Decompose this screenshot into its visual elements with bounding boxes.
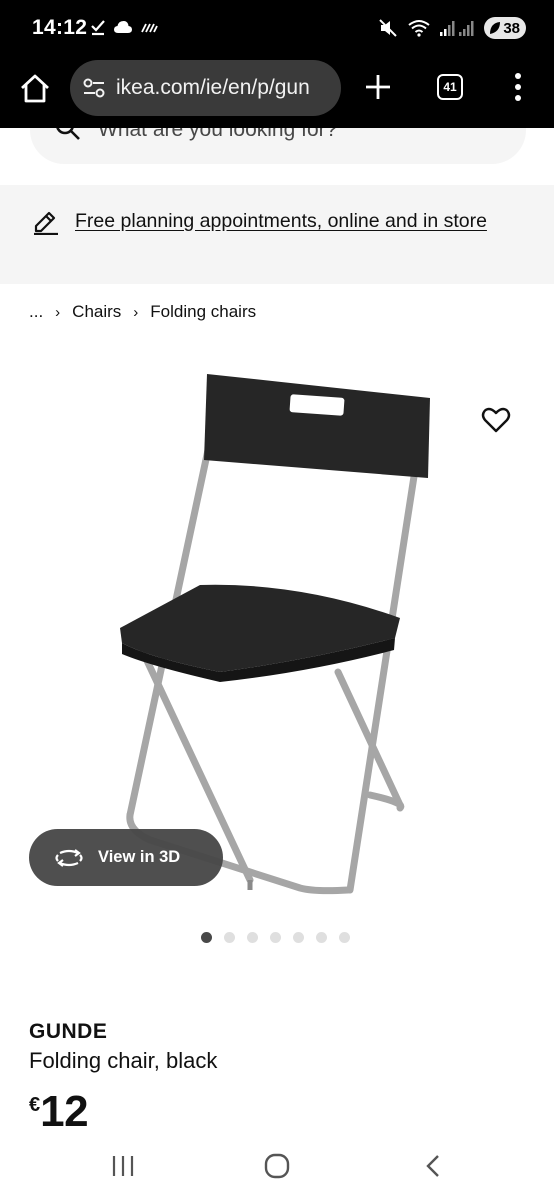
more-options-icon[interactable] — [510, 72, 526, 102]
home-icon[interactable] — [18, 72, 52, 106]
page: 14:12 38 What are you looking for? ikea.… — [0, 0, 554, 1200]
carousel-dot[interactable] — [224, 932, 235, 943]
back-nav-icon[interactable] — [424, 1154, 442, 1178]
product-price: € 12 — [29, 1086, 89, 1138]
status-bar: 14:12 38 — [0, 0, 554, 58]
rotate-3d-icon — [55, 848, 83, 867]
price-currency: € — [29, 1094, 41, 1116]
address-bar[interactable]: ikea.com/ie/en/p/gun — [70, 60, 341, 116]
breadcrumb-item-folding-chairs[interactable]: Folding chairs — [150, 302, 256, 322]
browser-toolbar: ikea.com/ie/en/p/gun 41 — [0, 58, 554, 128]
carousel-dot[interactable] — [201, 932, 212, 943]
cloud-icon — [114, 21, 132, 33]
status-right-icons: 38 — [378, 17, 526, 39]
price-value: 12 — [40, 1087, 89, 1136]
wifi-icon — [408, 20, 430, 37]
new-tab-icon[interactable] — [363, 72, 393, 102]
cell-signal-icon — [440, 21, 474, 36]
planning-appointments-link[interactable]: Free planning appointments, online and i… — [75, 205, 505, 237]
site-settings-icon[interactable] — [82, 77, 106, 99]
favourite-heart-icon[interactable] — [481, 405, 511, 435]
signal-bars-icon — [141, 23, 158, 33]
tab-count: 41 — [443, 80, 457, 94]
carousel-dot[interactable] — [293, 932, 304, 943]
battery-level: 38 — [503, 19, 520, 37]
chevron-right-icon: › — [55, 303, 61, 321]
home-nav-icon[interactable] — [264, 1153, 290, 1179]
download-done-icon — [91, 20, 105, 36]
carousel-dot[interactable] — [316, 932, 327, 943]
tab-switcher-button[interactable]: 41 — [437, 74, 463, 100]
carousel-dot[interactable] — [270, 932, 281, 943]
carousel-dot[interactable] — [247, 932, 258, 943]
recent-apps-icon[interactable] — [111, 1154, 135, 1178]
breadcrumb-ellipsis[interactable]: ... — [29, 302, 43, 322]
battery-indicator: 38 — [484, 17, 526, 39]
image-carousel-dots — [201, 932, 350, 943]
breadcrumb-item-chairs[interactable]: Chairs — [72, 302, 121, 322]
carousel-dot[interactable] — [339, 932, 350, 943]
promo-banner: Free planning appointments, online and i… — [0, 185, 554, 284]
mute-icon — [379, 19, 397, 37]
view-in-3d-button[interactable]: View in 3D — [29, 829, 223, 886]
chevron-right-icon: › — [133, 303, 139, 321]
status-left-icons — [90, 18, 158, 36]
url-text: ikea.com/ie/en/p/gun — [116, 76, 310, 99]
breadcrumb: ... › Chairs › Folding chairs — [29, 302, 256, 322]
battery-saver-icon — [490, 22, 500, 34]
view-in-3d-label: View in 3D — [98, 848, 181, 866]
product-description: Folding chair, black — [29, 1048, 218, 1073]
status-time: 14:12 — [32, 16, 88, 39]
product-name: GUNDE — [29, 1020, 108, 1043]
product-image[interactable] — [110, 360, 440, 910]
system-nav-bar — [0, 1134, 554, 1200]
pencil-icon — [34, 211, 58, 235]
